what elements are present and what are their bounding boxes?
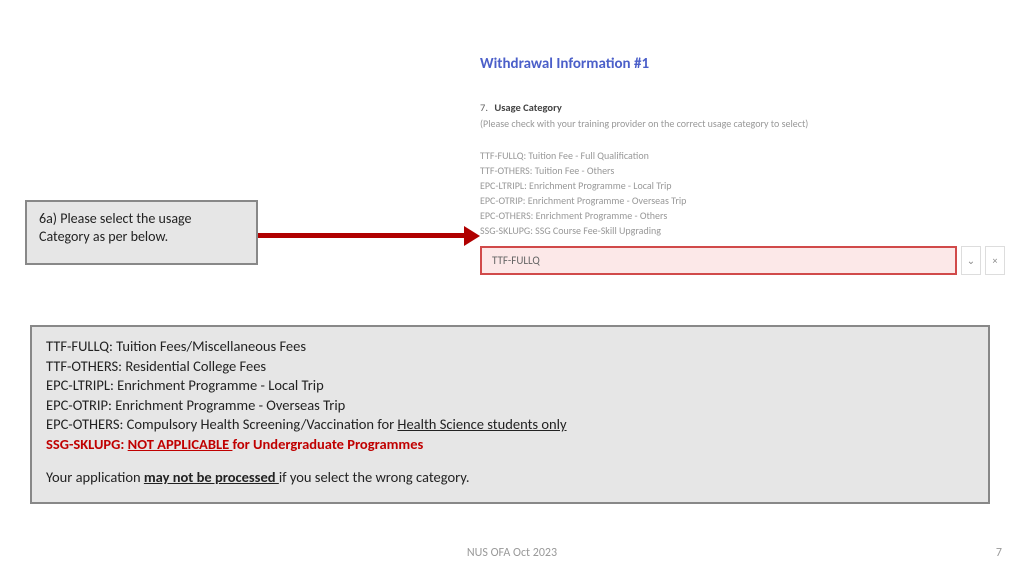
form-title: Withdrawal Information #1	[480, 55, 1005, 73]
field-hint: (Please check with your training provide…	[480, 117, 1005, 130]
select-row: TTF-FULLQ ⌄ ×	[480, 246, 1005, 275]
option-item: EPC-LTRIPL: Enrichment Programme - Local…	[480, 178, 1005, 193]
page-number: 7	[996, 546, 1002, 560]
info-text: EPC-OTHERS: Compulsory Health Screening/…	[46, 415, 397, 433]
dropdown-toggle[interactable]: ⌄	[961, 246, 981, 275]
info-line: EPC-OTRIP: Enrichment Programme - Overse…	[46, 396, 974, 416]
info-warning-line: SSG-SKLUPG: NOT APPLICABLE for Undergrad…	[46, 435, 974, 455]
info-line: EPC-OTHERS: Compulsory Health Screening/…	[46, 415, 974, 435]
option-item: TTF-FULLQ: Tuition Fee - Full Qualificat…	[480, 148, 1005, 163]
clear-button[interactable]: ×	[985, 246, 1005, 275]
option-item: TTF-OTHERS: Tuition Fee - Others	[480, 163, 1005, 178]
footer-text: NUS OFA Oct 2023	[0, 546, 1024, 560]
option-list: TTF-FULLQ: Tuition Fee - Full Qualificat…	[480, 148, 1005, 238]
callout-line: 6a) Please select the usage	[39, 210, 244, 228]
info-line: Your application may not be processed if…	[46, 468, 974, 488]
spacer	[46, 454, 974, 468]
info-text: SSG-SKLUPG:	[46, 435, 128, 453]
info-underline: NOT APPLICABLE	[128, 435, 233, 453]
callout-line: Category as per below.	[39, 228, 244, 246]
info-underline: may not be processed	[144, 468, 279, 486]
field-label: 7. Usage Category	[480, 101, 1005, 114]
info-line: EPC-LTRIPL: Enrichment Programme - Local…	[46, 376, 974, 396]
info-underline: Health Science students only	[397, 415, 566, 433]
form-section: Withdrawal Information #1 7. Usage Categ…	[480, 55, 1005, 275]
field-number: 7.	[480, 101, 488, 114]
option-item: EPC-OTRIP: Enrichment Programme - Overse…	[480, 193, 1005, 208]
field-name: Usage Category	[494, 101, 561, 114]
chevron-down-icon: ⌄	[967, 254, 975, 267]
info-line: TTF-FULLQ: Tuition Fees/Miscellaneous Fe…	[46, 337, 974, 357]
instruction-callout: 6a) Please select the usage Category as …	[25, 200, 258, 265]
arrow-head-icon	[464, 226, 480, 246]
info-line: TTF-OTHERS: Residential College Fees	[46, 357, 974, 377]
option-item: EPC-OTHERS: Enrichment Programme - Other…	[480, 208, 1005, 223]
category-info-box: TTF-FULLQ: Tuition Fees/Miscellaneous Fe…	[30, 325, 990, 504]
info-text: for Undergraduate Programmes	[232, 435, 423, 453]
info-text: Your application	[46, 468, 144, 486]
usage-category-select[interactable]: TTF-FULLQ	[480, 246, 957, 275]
close-icon: ×	[993, 254, 998, 267]
arrow-line	[258, 233, 466, 238]
info-text: if you select the wrong category.	[279, 468, 470, 486]
option-item: SSG-SKLUPG: SSG Course Fee-Skill Upgradi…	[480, 223, 1005, 238]
arrow-annotation	[258, 230, 480, 242]
